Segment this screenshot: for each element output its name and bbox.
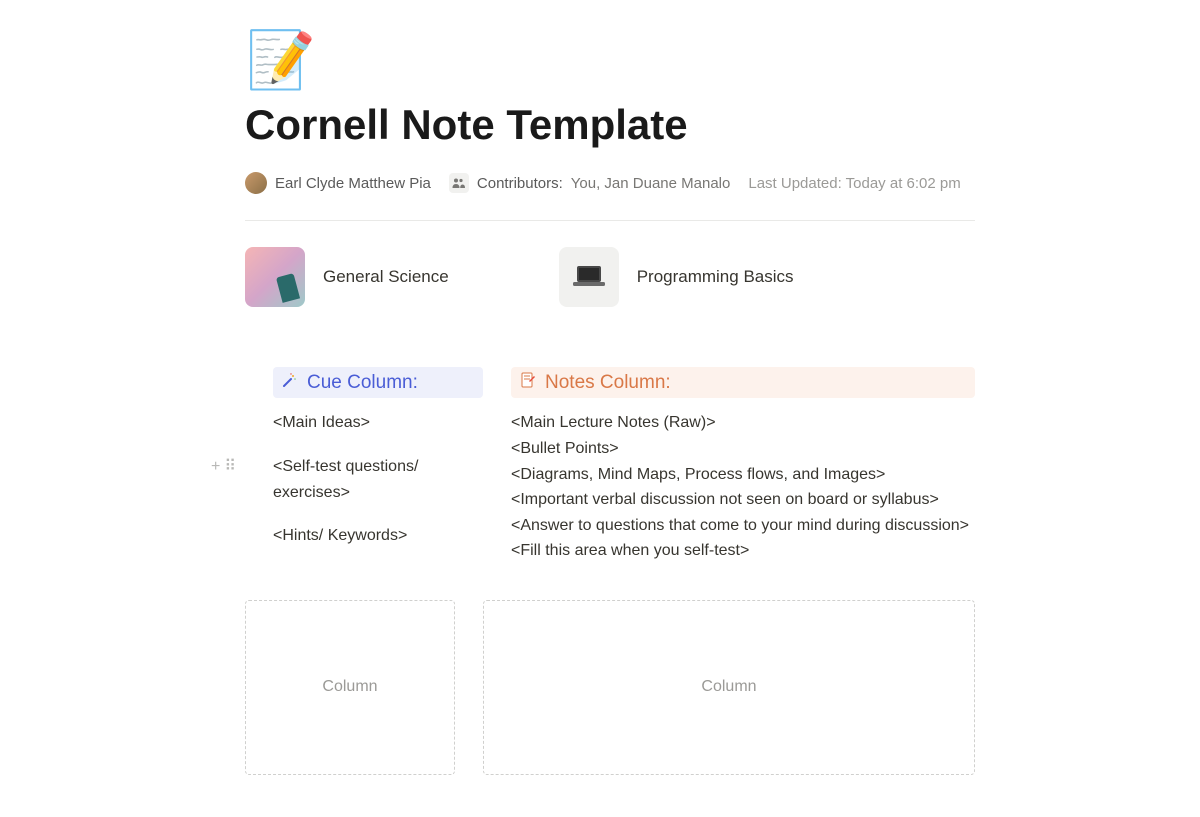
notes-line[interactable]: <Diagrams, Mind Maps, Process flows, and…	[511, 462, 975, 488]
subject-card-science[interactable]: General Science	[245, 247, 449, 307]
notes-line[interactable]: <Fill this area when you self-test>	[511, 538, 975, 564]
empty-columns-row: Column Column	[245, 600, 975, 775]
cue-line[interactable]: <Hints/ Keywords>	[273, 523, 483, 549]
page-title[interactable]: Cornell Note Template	[245, 100, 975, 150]
laptop-thumbnail-icon	[559, 247, 619, 307]
cue-header-label: Cue Column:	[307, 372, 418, 394]
people-icon	[449, 173, 469, 193]
cue-column[interactable]: Cue Column: <Main Ideas> <Self-test ques…	[273, 367, 483, 564]
notes-column-body[interactable]: <Main Lecture Notes (Raw)> <Bullet Point…	[511, 410, 975, 564]
meta-row: Earl Clyde Matthew Pia Contributors: You…	[245, 172, 975, 194]
author-name: Earl Clyde Matthew Pia	[275, 175, 431, 192]
page-icon[interactable]: 📝	[245, 24, 317, 96]
notes-line[interactable]: <Main Lecture Notes (Raw)>	[511, 410, 975, 436]
last-updated: Last Updated: Today at 6:02 pm	[748, 175, 960, 192]
cue-line[interactable]: <Main Ideas>	[273, 410, 483, 436]
contributors-names: You, Jan Duane Manalo	[571, 175, 731, 192]
cue-column-header[interactable]: Cue Column:	[273, 367, 483, 398]
notes-column[interactable]: Notes Column: <Main Lecture Notes (Raw)>…	[511, 367, 975, 564]
document-edit-icon	[519, 371, 537, 394]
subject-title: General Science	[323, 267, 449, 287]
drag-handle-icon[interactable]: ⠿	[224, 459, 236, 475]
divider	[245, 220, 975, 221]
subjects-row: General Science Programming Basics	[245, 247, 975, 307]
placeholder-label: Column	[701, 678, 756, 696]
memo-icon: 📝	[246, 32, 316, 88]
notes-line[interactable]: <Bullet Points>	[511, 436, 975, 462]
columns-area: + ⠿ Cue Column: <Main Ideas> <Self-te	[211, 367, 975, 564]
subject-card-programming[interactable]: Programming Basics	[559, 247, 794, 307]
science-thumbnail-icon	[245, 247, 305, 307]
block-controls: + ⠿	[211, 367, 245, 564]
page-container: 📝 Cornell Note Template Earl Clyde Matth…	[185, 0, 1015, 799]
add-block-button[interactable]: +	[211, 459, 220, 475]
empty-column-placeholder[interactable]: Column	[483, 600, 975, 775]
subject-title: Programming Basics	[637, 267, 794, 287]
cue-line[interactable]: <Self-test questions/ exercises>	[273, 454, 483, 505]
contributors-chip[interactable]: Contributors: You, Jan Duane Manalo	[449, 173, 730, 193]
contributors-label: Contributors:	[477, 175, 563, 192]
notes-header-label: Notes Column:	[545, 372, 671, 394]
cue-column-body[interactable]: <Main Ideas> <Self-test questions/ exerc…	[273, 410, 483, 548]
notes-column-header[interactable]: Notes Column:	[511, 367, 975, 398]
avatar	[245, 172, 267, 194]
magic-wand-icon	[281, 371, 299, 394]
author-chip[interactable]: Earl Clyde Matthew Pia	[245, 172, 431, 194]
empty-column-placeholder[interactable]: Column	[245, 600, 455, 775]
notes-line[interactable]: <Answer to questions that come to your m…	[511, 513, 975, 539]
placeholder-label: Column	[322, 678, 377, 696]
notes-line[interactable]: <Important verbal discussion not seen on…	[511, 487, 975, 513]
